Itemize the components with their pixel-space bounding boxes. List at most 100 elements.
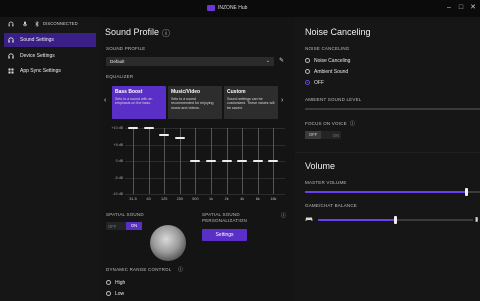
sound-profile-value: Default (110, 59, 125, 64)
eq-band-knob[interactable] (206, 160, 216, 162)
sidebar-item-sound-settings[interactable]: Sound Settings (4, 33, 96, 47)
noise-canceling-title: Noise Canceling (305, 27, 371, 37)
focus-on-voice-toggle[interactable]: OFF ON (305, 131, 341, 139)
toggle-on-label: ON (332, 132, 339, 138)
balance-label: GAME/CHAT BALANCE (305, 203, 357, 208)
sound-profile-label: SOUND PROFILE (106, 46, 146, 51)
eq-band-knob[interactable] (252, 160, 263, 162)
master-volume-label: MASTER VOLUME (305, 180, 347, 185)
minimize-button[interactable]: – (444, 3, 454, 13)
preset-title: Custom (227, 89, 246, 95)
sidebar-item-label: App Sync Settings (20, 68, 61, 74)
eq-band-knob[interactable] (159, 133, 170, 136)
info-icon[interactable]: ⓘ (350, 120, 355, 127)
eq-freq-label: 500 (192, 197, 199, 201)
headset-icon (8, 53, 14, 59)
sidebar-item-device-settings[interactable]: Device Settings (4, 49, 96, 63)
toggle-off-label: OFF (108, 223, 117, 229)
eq-freq-label: 4k (240, 197, 245, 201)
bluetooth-icon (34, 20, 40, 28)
eq-freq-label: 125 (161, 197, 168, 201)
chat-icon: ▮ (475, 217, 479, 223)
eq-db-label: -5 dB (114, 175, 123, 180)
eq-freq-label: 250 (176, 197, 183, 201)
toggle-off-label: OFF (305, 131, 321, 139)
sidebar-item-app-sync-settings[interactable]: App Sync Settings (4, 64, 96, 78)
grid-icon (8, 68, 14, 74)
preset-bass-boost[interactable]: Bass Boost Sets to a sound with an empha… (112, 86, 166, 119)
eq-band-knob[interactable] (174, 136, 185, 139)
connection-status-text: DISCONNECTED (43, 21, 78, 26)
chevron-left-icon[interactable]: ‹ (104, 97, 106, 104)
chevron-down-icon: ⌄ (265, 58, 270, 64)
spatial-sound-label: SPATIAL SOUND (106, 212, 144, 217)
info-icon[interactable]: ⓘ (178, 266, 183, 273)
toggle-on-label: ON (126, 222, 142, 230)
edit-icon[interactable]: ✎ (277, 57, 286, 66)
sidebar-item-label: Device Settings (20, 53, 55, 59)
dynamic-range-low-radio[interactable] (106, 291, 111, 296)
eq-grid-line (125, 194, 285, 195)
preset-desc: Sets to a sound with an emphasis on the … (115, 97, 153, 106)
master-volume-fill (305, 191, 466, 193)
spatial-settings-button[interactable]: Settings (202, 229, 247, 241)
nc-option-radio[interactable] (305, 58, 310, 63)
help-icon[interactable]: ⓘ (162, 28, 170, 39)
eq-band-knob[interactable] (268, 160, 279, 162)
eq-band-knob[interactable] (237, 160, 248, 162)
dynamic-range-low-label: Low (115, 291, 125, 297)
sound-profile-dropdown[interactable]: Default ⌄ (106, 57, 274, 66)
eq-freq-label: 16k (270, 197, 277, 201)
noise-canceling-label: NOISE CANCELING (305, 46, 350, 51)
title-bar: INZONE Hub – □ ✕ (0, 0, 480, 17)
connection-status: DISCONNECTED (0, 17, 100, 30)
dynamic-range-high-radio[interactable] (106, 280, 111, 285)
preset-music-video[interactable]: Music/Video Sets to a sound recommended … (168, 86, 222, 119)
eq-band-knob[interactable] (128, 127, 138, 129)
dynamic-range-high-label: High (115, 280, 126, 286)
eq-band-knob[interactable] (143, 127, 154, 129)
head-avatar (150, 225, 186, 261)
eq-band-track[interactable] (164, 128, 166, 194)
eq-freq-label: 8k (255, 197, 260, 201)
info-icon[interactable]: ⓘ (281, 212, 286, 219)
spatial-sound-toggle[interactable]: OFF ON (106, 222, 142, 230)
nc-option-radio[interactable] (305, 69, 310, 74)
divider (295, 152, 480, 153)
eq-freq-label: 2k (224, 197, 229, 201)
eq-db-label: 0 dB (115, 159, 123, 163)
eq-freq-label: 31.5 (129, 197, 137, 201)
app-title: INZONE Hub (218, 5, 248, 11)
preset-desc: Sets to a sound recommended for enjoying… (171, 97, 214, 110)
eq-band-track[interactable] (133, 128, 134, 194)
eq-freq-label: 1k (208, 197, 213, 201)
eq-band-track[interactable] (148, 128, 150, 194)
chevron-right-icon[interactable]: › (281, 97, 283, 104)
focus-on-voice-label: FOCUS ON VOICE (305, 121, 347, 126)
eq-db-label: +5 dB (113, 142, 124, 147)
spatial-personalization-label: SPATIAL SOUND PERSONALIZATION (202, 212, 247, 223)
balance-knob[interactable] (394, 216, 397, 224)
nc-option-radio[interactable] (305, 80, 310, 85)
headphones-icon (8, 37, 14, 43)
ambient-level-slider[interactable] (305, 108, 480, 110)
close-button[interactable]: ✕ (468, 3, 478, 13)
nc-option-off: OFF (314, 80, 324, 86)
preset-custom[interactable]: Custom Sound settings can be customized.… (224, 86, 278, 119)
preset-title: Bass Boost (115, 89, 143, 95)
eq-band-knob[interactable] (190, 160, 201, 162)
mic-icon (22, 21, 28, 27)
master-volume-knob[interactable] (464, 188, 468, 196)
maximize-button[interactable]: □ (456, 3, 466, 13)
eq-band-knob[interactable] (221, 160, 232, 162)
app-logo-icon (207, 5, 215, 11)
sound-profile-title: Sound Profile (105, 27, 160, 37)
ambient-level-label: AMBIENT SOUND LEVEL (305, 97, 362, 102)
game-controller-icon (305, 216, 313, 224)
sidebar-item-label: Sound Settings (20, 37, 54, 43)
balance-fill (318, 219, 396, 221)
headset-icon (8, 21, 14, 27)
preset-title: Music/Video (171, 89, 201, 95)
nc-option-ambient-sound: Ambient Sound (314, 69, 349, 75)
eq-freq-label: 63 (146, 197, 151, 201)
